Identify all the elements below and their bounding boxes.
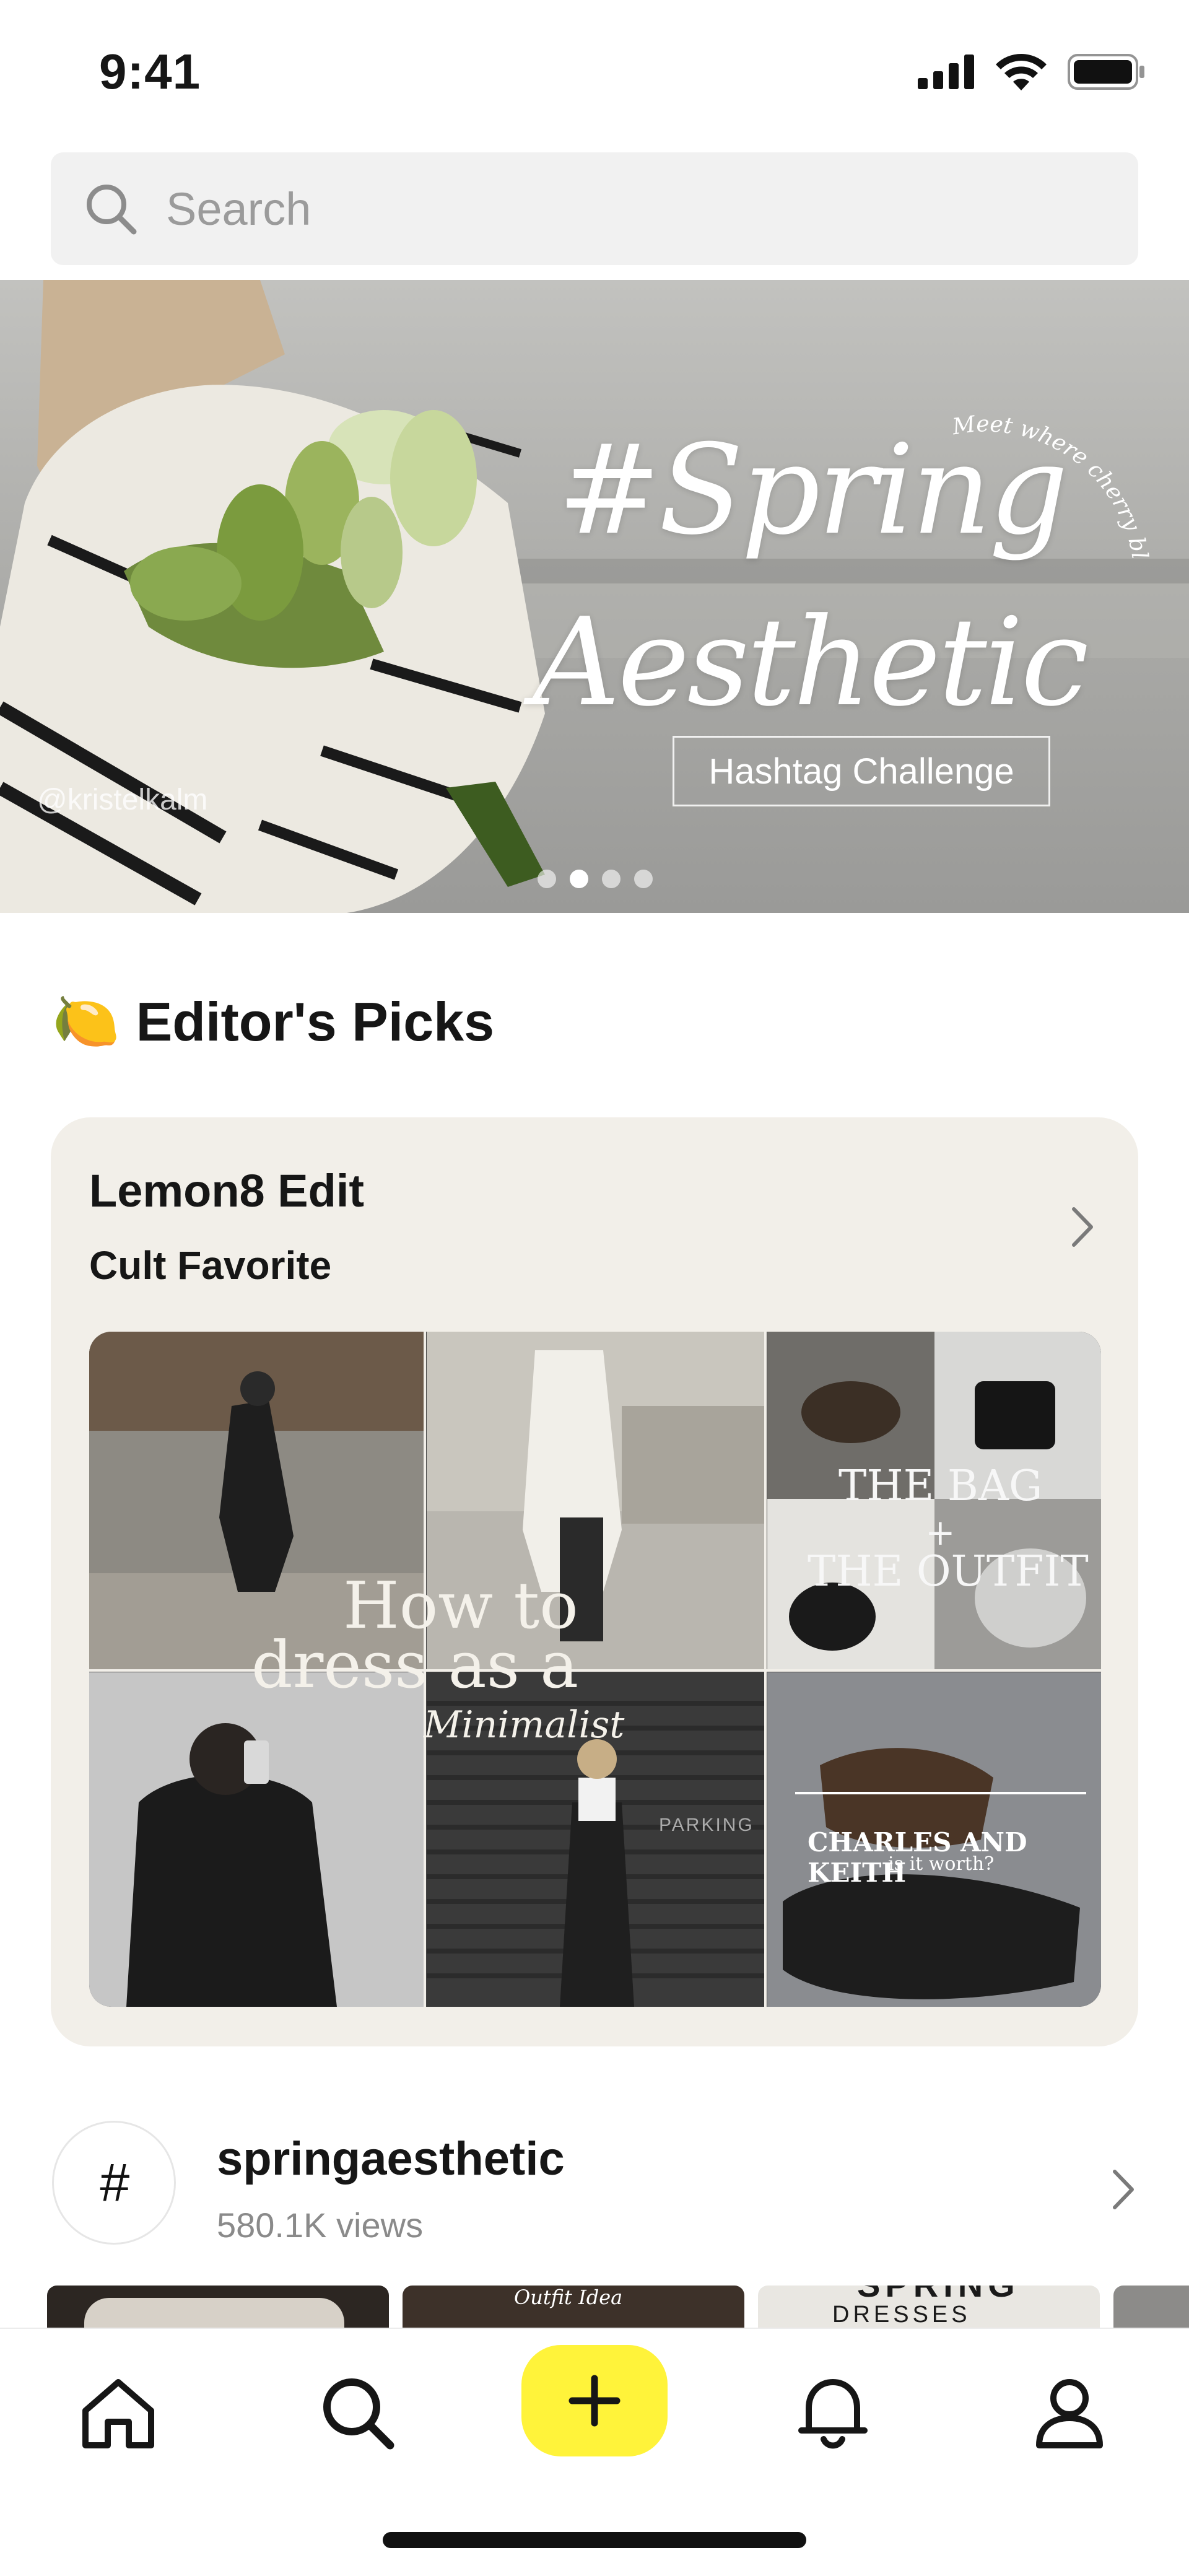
plus-icon [568,2375,621,2427]
thumbnail[interactable] [47,2286,389,2329]
home-indicator[interactable] [383,2532,806,2548]
hashtag-thumbnails[interactable]: Outfit Idea SPRING DRESSES [47,2286,1189,2329]
card-subtitle: Cult Favorite [89,1243,332,1288]
thumbnail[interactable]: Outfit Idea [403,2286,744,2329]
collage-text: THE BAG [838,1462,1043,1511]
collage-text: PARKING [659,1815,754,1835]
search-bar[interactable] [51,152,1138,265]
hero-banner[interactable]: Meet where cherry blossoms #Spring Aesth… [0,280,1189,913]
collage-image [89,1332,1101,2007]
hashtag-icon: # [52,2121,176,2245]
section-title: Editor's Picks [136,990,495,1052]
editors-picks-heading: 🍋 Editor's Picks [52,990,494,1054]
wifi-icon [996,54,1047,90]
card-title: Lemon8 Edit [89,1165,365,1216]
chevron-right-icon[interactable] [1070,1205,1095,1249]
search-icon [87,185,137,235]
hashtag-challenge-button[interactable]: Hashtag Challenge [673,736,1050,806]
search-icon [323,2378,394,2450]
status-icons [918,53,1146,90]
banner-credit-handle: @kristelkalm [37,784,208,816]
carousel-dot[interactable] [602,870,621,888]
collage-text: dress as a [251,1627,579,1703]
lemon-emoji-icon: 🍋 [52,990,120,1052]
carousel-dot[interactable] [538,870,556,888]
carousel-dot[interactable] [634,870,653,888]
thumbnail-label: Outfit Idea [514,2286,623,2309]
collage-text: is it worth? [888,1853,995,1875]
carousel-dot-active[interactable] [570,870,588,888]
thumbnail-label: DRESSES [832,2302,971,2328]
hashtag-name: springaesthetic [217,2133,565,2185]
editors-pick-card[interactable]: Lemon8 Edit Cult Favorite How to dress a… [51,1117,1138,2046]
nav-home[interactable] [72,2366,165,2459]
collage-text: THE OUTFIT [808,1547,1089,1596]
status-time: 9:41 [99,44,201,99]
collage-text: Minimalist [424,1703,625,1747]
picks-collage[interactable]: How to dress as a Minimalist THE BAG + T… [89,1332,1101,2007]
cellular-signal-icon [918,55,974,89]
bell-icon [798,2379,868,2449]
chevron-right-icon[interactable] [1111,2168,1136,2211]
nav-create-button[interactable] [521,2345,668,2456]
carousel-dots[interactable] [538,870,653,888]
battery-icon [1068,54,1144,90]
hashtag-views: 580.1K views [217,2206,424,2245]
hashtag-row[interactable]: # springaesthetic 580.1K views [52,2121,1136,2251]
nav-notifications[interactable] [786,2366,879,2459]
thumbnail[interactable] [1113,2286,1189,2329]
thumbnail[interactable]: SPRING DRESSES [758,2286,1100,2329]
home-icon [82,2379,154,2448]
banner-headline-line2: Aesthetic [533,592,1089,733]
status-bar: 9:41 [0,0,1189,142]
nav-search[interactable] [311,2366,404,2459]
nav-profile[interactable] [1023,2366,1116,2459]
banner-headline-line1: #Spring [557,418,1068,562]
search-input[interactable] [165,177,1096,240]
person-icon [1036,2379,1103,2448]
